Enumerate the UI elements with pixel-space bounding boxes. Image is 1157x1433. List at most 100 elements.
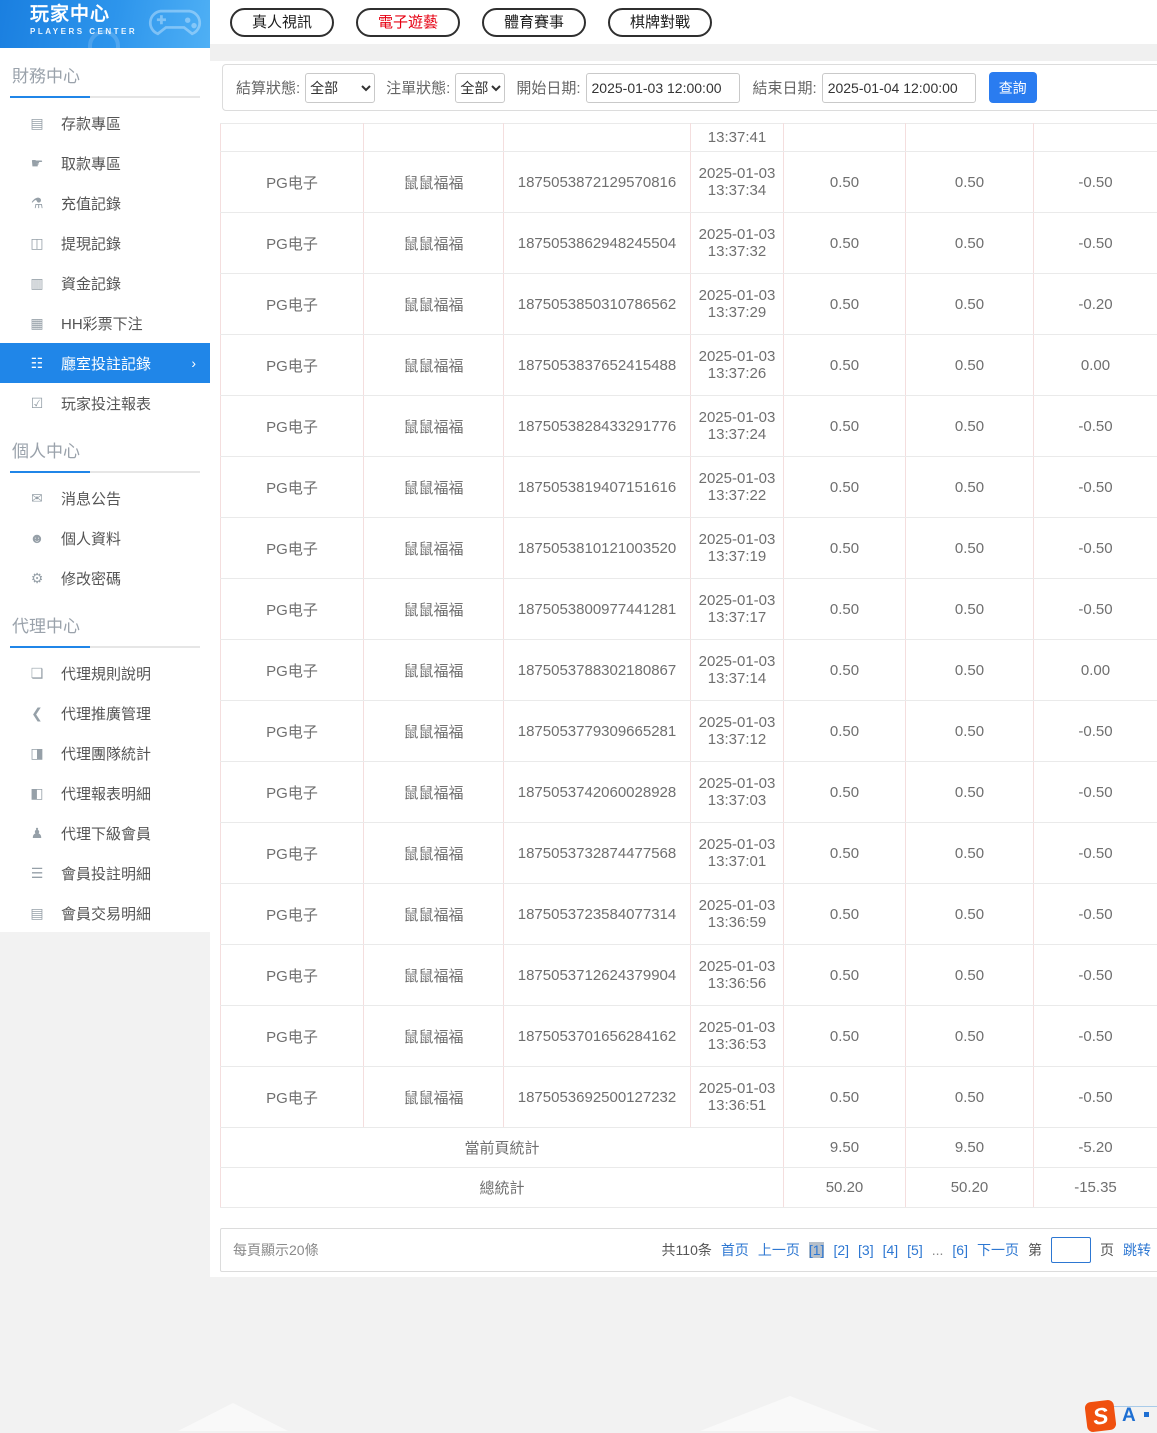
category-tab[interactable]: 體育賽事 <box>482 8 586 37</box>
agent-team-stats-icon: ◨ <box>28 745 46 762</box>
sidebar-item[interactable]: ▤ 存款專區 › <box>0 103 210 143</box>
cell-winloss: -0.50 <box>1034 945 1157 1006</box>
cell-bet: 0.50 <box>784 335 906 396</box>
cell-time: 2025-01-03 13:37:24 <box>691 396 784 457</box>
page-number-link[interactable]: [6] <box>952 1242 968 1258</box>
cell-time: 2025-01-03 13:37:29 <box>691 274 784 335</box>
sidebar-item[interactable]: ♟ 代理下級會員 › <box>0 813 210 853</box>
cell-bet: 0.50 <box>784 518 906 579</box>
sidebar-item[interactable]: ☻ 個人資料 › <box>0 518 210 558</box>
cell-platform: PG电子 <box>221 579 364 640</box>
category-tab[interactable]: 電子遊藝 <box>356 8 460 37</box>
section-agent-label: 代理中心 <box>10 607 200 646</box>
cell-time-line: 13:37:24 <box>691 426 783 443</box>
page-number-link[interactable]: ... <box>932 1242 944 1258</box>
cell-winloss: -0.50 <box>1034 213 1157 274</box>
sidebar-item[interactable]: ✉ 消息公告 › <box>0 478 210 518</box>
background-triangle <box>700 1396 880 1431</box>
jump-action-link[interactable]: 跳转 <box>1123 1240 1151 1260</box>
cell-bet <box>784 124 906 152</box>
sidebar-item[interactable]: ☷ 廳室投註記錄 › <box>0 343 210 383</box>
settle-status-select[interactable]: 全部 <box>305 73 375 103</box>
cell-bet: 0.50 <box>784 701 906 762</box>
cell-date-line: 2025-01-03 <box>691 836 783 853</box>
order-status-select[interactable]: 全部 <box>455 73 505 103</box>
sidebar-item[interactable]: ⚗ 充值記錄 › <box>0 183 210 223</box>
cell-game: 鼠鼠福福 <box>364 945 504 1006</box>
sidebar-item[interactable]: ▥ 資金記錄 › <box>0 263 210 303</box>
sidebar-item-label: 充值記錄 <box>61 193 121 214</box>
prev-page-link[interactable]: 上一页 <box>758 1240 800 1260</box>
cell-bet: 0.50 <box>784 396 906 457</box>
cell-valid-bet: 0.50 <box>906 274 1034 335</box>
sidebar-item[interactable]: ❏ 代理規則說明 › <box>0 653 210 693</box>
sidebar-item[interactable]: ▦ HH彩票下注 › <box>0 303 210 343</box>
total-count-text: 共110条 <box>662 1240 712 1260</box>
cell-platform: PG电子 <box>221 274 364 335</box>
cell-order-no: 1875053712624379904 <box>504 945 691 1006</box>
jump-page-input[interactable] <box>1051 1237 1091 1263</box>
cell-winloss: -0.50 <box>1034 823 1157 884</box>
page-number-link[interactable]: [1] <box>809 1242 825 1258</box>
table-row: PG电子 鼠鼠福福 1875053701656284162 2025-01-03… <box>221 1006 1157 1067</box>
brand-s-logo-icon[interactable]: S <box>1084 1399 1116 1432</box>
total-summary-bet: 50.20 <box>784 1168 906 1208</box>
cell-winloss: -0.50 <box>1034 518 1157 579</box>
cell-winloss: -0.50 <box>1034 762 1157 823</box>
section-underline <box>10 96 200 98</box>
personal-menu: ✉ 消息公告 › ☻ 個人資料 › ⚙ 修改密碼 › <box>0 478 210 598</box>
cell-order-no: 1875053872129570816 <box>504 152 691 213</box>
cell-bet: 0.50 <box>784 274 906 335</box>
deposit-card-icon: ▤ <box>28 115 46 132</box>
cell-game: 鼠鼠福福 <box>364 884 504 945</box>
sidebar-item-label: 個人資料 <box>61 528 121 549</box>
category-tab[interactable]: 棋牌對戰 <box>608 8 712 37</box>
cell-bet: 0.50 <box>784 457 906 518</box>
end-date-input[interactable] <box>822 73 976 103</box>
cell-bet: 0.50 <box>784 640 906 701</box>
cell-order-no: 1875053692500127232 <box>504 1067 691 1128</box>
cell-platform: PG电子 <box>221 884 364 945</box>
sidebar-item[interactable]: ◫ 提現記錄 › <box>0 223 210 263</box>
start-date-input[interactable] <box>586 73 740 103</box>
page-number-link[interactable]: [2] <box>833 1242 849 1258</box>
sidebar-item[interactable]: ◨ 代理團隊統計 › <box>0 733 210 773</box>
query-button[interactable]: 查詢 <box>989 72 1037 103</box>
sidebar-item[interactable]: ▤ 會員交易明細 › <box>0 893 210 933</box>
sidebar-item[interactable]: ☑ 玩家投注報表 › <box>0 383 210 423</box>
page-number-link[interactable]: [3] <box>858 1242 874 1258</box>
sidebar-item[interactable]: ☰ 會員投註明細 › <box>0 853 210 893</box>
page-number-link[interactable]: [4] <box>883 1242 899 1258</box>
cell-time-line: 13:37:19 <box>691 548 783 565</box>
jump-suffix-text: 页 <box>1100 1240 1114 1260</box>
finance-menu: ▤ 存款專區 › ☛ 取款專區 › ⚗ 充值記錄 › ◫ 提現記錄 › <box>0 103 210 423</box>
cell-game: 鼠鼠福福 <box>364 640 504 701</box>
cell-platform: PG电子 <box>221 1006 364 1067</box>
sidebar-header: 玩家中心 PLAYERS CENTER <box>0 0 210 48</box>
sidebar-item-label: 消息公告 <box>61 488 121 509</box>
next-page-link[interactable]: 下一页 <box>977 1240 1019 1260</box>
category-tab[interactable]: 真人視訊 <box>230 8 334 37</box>
cell-winloss: -0.50 <box>1034 396 1157 457</box>
cell-time: 2025-01-03 13:36:59 <box>691 884 784 945</box>
sidebar-item-label: 代理規則說明 <box>61 663 151 684</box>
cell-bet: 0.50 <box>784 1006 906 1067</box>
profile-user-icon: ☻ <box>28 530 46 546</box>
cell-bet: 0.50 <box>784 213 906 274</box>
cell-valid-bet: 0.50 <box>906 518 1034 579</box>
table-row: PG电子 鼠鼠福福 1875053723584077314 2025-01-03… <box>221 884 1157 945</box>
page-size-text: 每頁顯示20條 <box>233 1240 319 1260</box>
table-row: PG电子 鼠鼠福福 1875053828433291776 2025-01-03… <box>221 396 1157 457</box>
sidebar-item[interactable]: ◧ 代理報表明細 › <box>0 773 210 813</box>
cell-winloss: -0.50 <box>1034 1006 1157 1067</box>
cell-platform: PG电子 <box>221 518 364 579</box>
sidebar-item[interactable]: ❮ 代理推廣管理 › <box>0 693 210 733</box>
cell-platform: PG电子 <box>221 701 364 762</box>
page-number-link[interactable]: [5] <box>907 1242 923 1258</box>
member-trans-detail-icon: ▤ <box>28 905 46 922</box>
first-page-link[interactable]: 首页 <box>721 1240 749 1260</box>
sidebar-item-label: 資金記錄 <box>61 273 121 294</box>
sidebar-item[interactable]: ☛ 取款專區 › <box>0 143 210 183</box>
cell-game: 鼠鼠福福 <box>364 701 504 762</box>
sidebar-item[interactable]: ⚙ 修改密碼 › <box>0 558 210 598</box>
